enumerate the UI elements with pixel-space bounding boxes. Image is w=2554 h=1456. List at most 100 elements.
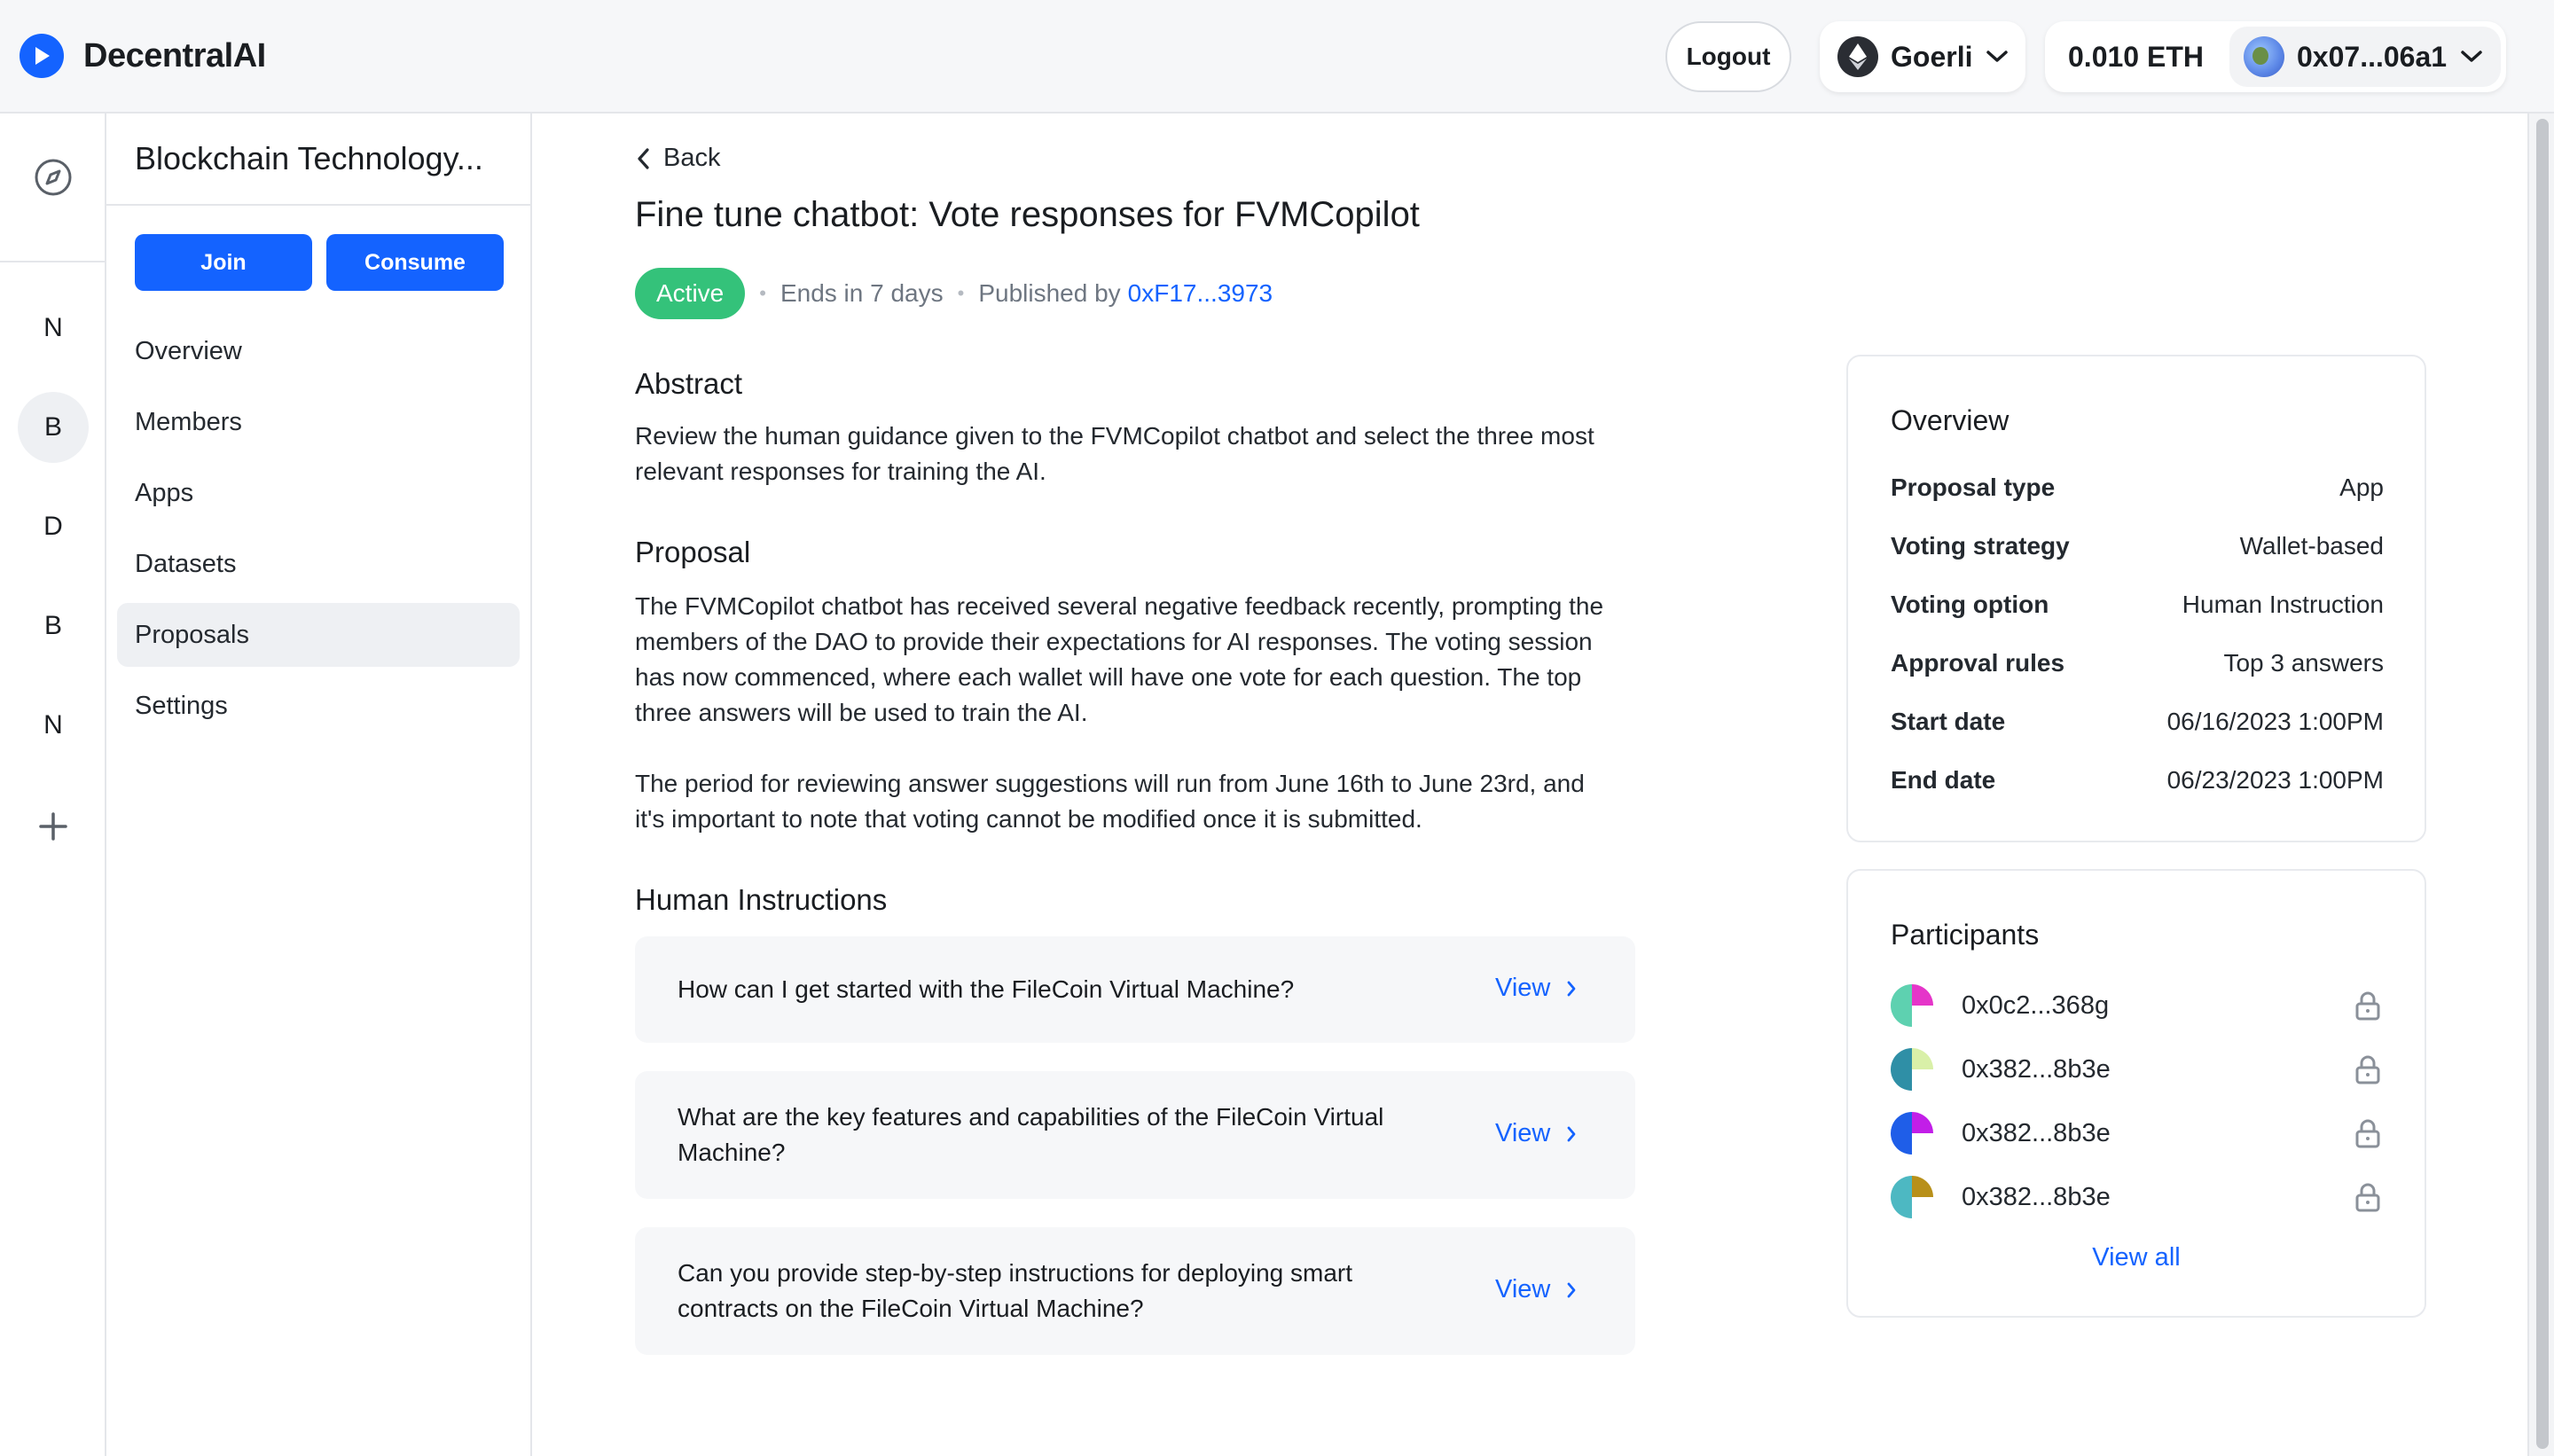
sidebar-item-members[interactable]: Members: [117, 390, 520, 454]
sidebar-item-settings[interactable]: Settings: [117, 674, 520, 738]
dao-rail: N B D B N: [0, 114, 106, 1456]
overview-row: Voting strategy Wallet-based: [1891, 532, 2384, 560]
instruction-card[interactable]: What are the key features and capabiliti…: [635, 1071, 1635, 1199]
overview-value: Human Instruction: [2182, 591, 2384, 618]
ethereum-icon: [1837, 36, 1878, 77]
instruction-view-link[interactable]: View: [1495, 1275, 1577, 1304]
abstract-heading: Abstract: [635, 367, 743, 400]
account-address: 0x07...06a1: [2297, 40, 2448, 73]
participant-address: 0x382...8b3e: [1962, 1182, 2111, 1211]
abstract-text: Review the human guidance given to the F…: [635, 422, 1594, 485]
overview-key: Proposal type: [1891, 474, 2056, 501]
instruction-view-link[interactable]: View: [1495, 974, 1577, 1003]
wallet-box: 0.010 ETH 0x07...06a1: [2045, 21, 2506, 92]
dao-sidebar: Blockchain Technology... Join Consume Ov…: [106, 114, 532, 1456]
participant-row[interactable]: 0x382...8b3e: [1891, 1176, 2384, 1218]
overview-value: 06/23/2023 1:00PM: [2166, 766, 2384, 794]
sidebar-item-proposals[interactable]: Proposals: [117, 603, 520, 667]
sidebar-divider: [106, 204, 530, 206]
chevron-right-icon: [1567, 1126, 1576, 1141]
view-label: View: [1495, 974, 1551, 1002]
overview-row: Voting option Human Instruction: [1891, 591, 2384, 619]
network-selector[interactable]: Goerli: [1820, 21, 2025, 92]
sidebar-item-overview[interactable]: Overview: [117, 319, 520, 383]
instruction-view-link[interactable]: View: [1495, 1119, 1577, 1148]
sidebar-item-datasets[interactable]: Datasets: [117, 532, 520, 596]
instructions-heading: Human Instructions: [635, 883, 888, 916]
participant-row[interactable]: 0x382...8b3e: [1891, 1048, 2384, 1091]
rail-item-dao-4[interactable]: B: [18, 591, 89, 661]
chevron-right-icon: [1567, 981, 1576, 996]
status-badge: Active: [635, 268, 746, 319]
eth-balance: 0.010 ETH: [2068, 41, 2204, 73]
brand-logo-icon: [20, 34, 64, 78]
view-label: View: [1495, 1275, 1551, 1303]
participant-avatar: [1891, 984, 1933, 1027]
lock-icon: [2352, 1053, 2384, 1085]
chevron-left-icon: [638, 147, 649, 169]
app-name: DecentralAI: [83, 36, 266, 74]
logout-button[interactable]: Logout: [1665, 21, 1791, 92]
overview-key: End date: [1891, 766, 1996, 794]
scrollbar-thumb[interactable]: [2536, 119, 2549, 1449]
back-label: Back: [663, 144, 721, 172]
instruction-question: How can I get started with the FileCoin …: [678, 975, 1295, 1003]
overview-row: Start date 06/16/2023 1:00PM: [1891, 708, 2384, 736]
consume-button[interactable]: Consume: [326, 234, 504, 291]
rail-item-dao-1[interactable]: N: [18, 293, 89, 364]
brand[interactable]: DecentralAI: [20, 34, 266, 78]
overview-value: Wallet-based: [2239, 532, 2384, 560]
participant-row[interactable]: 0x382...8b3e: [1891, 1112, 2384, 1155]
ends-in-text: Ends in 7 days: [780, 279, 944, 307]
overview-heading: Overview: [1891, 404, 2010, 436]
dao-title: Blockchain Technology...: [135, 140, 483, 176]
add-dao-plus-icon[interactable]: [34, 807, 73, 846]
meta-separator: •: [957, 282, 965, 304]
rail-item-dao-2[interactable]: B: [18, 392, 89, 463]
participant-avatar: [1891, 1176, 1933, 1218]
explore-compass-icon[interactable]: [34, 158, 73, 197]
participant-address: 0x382...8b3e: [1962, 1054, 2111, 1084]
lock-icon: [2352, 1181, 2384, 1213]
overview-key: Voting option: [1891, 591, 2049, 618]
rail-divider: [0, 261, 106, 262]
rail-item-dao-3[interactable]: D: [18, 491, 89, 562]
proposal-heading: Proposal: [635, 536, 751, 568]
view-label: View: [1495, 1119, 1551, 1147]
network-name: Goerli: [1891, 40, 1973, 73]
account-selector[interactable]: 0x07...06a1: [2229, 27, 2501, 87]
meta-separator: •: [759, 282, 766, 304]
lock-icon: [2352, 1117, 2384, 1149]
overview-value: App: [2339, 474, 2384, 501]
published-by-label: Published by: [978, 279, 1121, 307]
overview-row: End date 06/23/2023 1:00PM: [1891, 766, 2384, 795]
rail-item-dao-5[interactable]: N: [18, 690, 89, 761]
join-button[interactable]: Join: [135, 234, 312, 291]
page-scrollbar[interactable]: [2527, 114, 2554, 1456]
overview-row: Approval rules Top 3 answers: [1891, 649, 2384, 677]
sidebar-item-apps[interactable]: Apps: [117, 461, 520, 525]
participants-panel: Participants 0x0c2...368g 0x382...8b3e 0…: [1846, 869, 2426, 1318]
participant-row[interactable]: 0x0c2...368g: [1891, 984, 2384, 1027]
proposal-paragraph-2: The period for reviewing answer suggesti…: [635, 770, 1585, 833]
participant-address: 0x382...8b3e: [1962, 1118, 2111, 1147]
instruction-card[interactable]: Can you provide step-by-step instruction…: [635, 1227, 1635, 1355]
overview-key: Start date: [1891, 708, 2006, 735]
overview-panel: Overview Proposal type App Voting strate…: [1846, 355, 2426, 842]
lock-icon: [2352, 990, 2384, 1022]
overview-value: Top 3 answers: [2223, 649, 2384, 677]
overview-key: Approval rules: [1891, 649, 2065, 677]
top-bar: DecentralAI Logout Goerli 0.010 ETH 0x07…: [0, 0, 2554, 114]
publisher-link[interactable]: 0xF17...3973: [1128, 279, 1273, 308]
proposal-meta: Active • Ends in 7 days • Published by 0…: [635, 268, 1273, 319]
participant-avatar: [1891, 1048, 1933, 1091]
instruction-question: Can you provide step-by-step instruction…: [678, 1259, 1353, 1322]
view-all-participants-link[interactable]: View all: [1848, 1243, 2425, 1272]
participant-address: 0x0c2...368g: [1962, 990, 2110, 1020]
chevron-right-icon: [1567, 1282, 1576, 1297]
back-link[interactable]: Back: [635, 144, 720, 173]
overview-row: Proposal type App: [1891, 474, 2384, 502]
instruction-card[interactable]: How can I get started with the FileCoin …: [635, 936, 1635, 1043]
participants-heading: Participants: [1891, 919, 2040, 951]
overview-key: Voting strategy: [1891, 532, 2070, 560]
